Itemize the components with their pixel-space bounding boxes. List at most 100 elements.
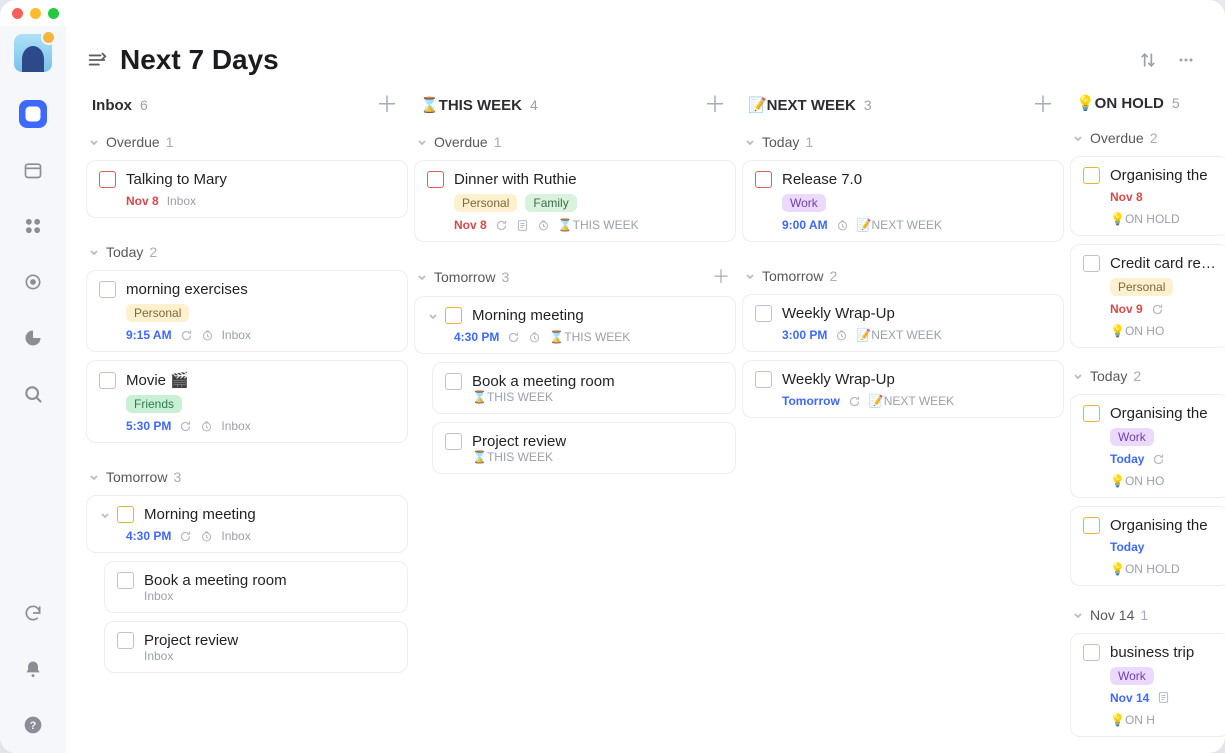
task-title: Weekly Wrap-Up — [782, 305, 895, 322]
task-card[interactable]: Organising theToday💡ON HOLD — [1070, 506, 1225, 586]
task-card[interactable]: Credit card repaPersonalNov 9💡ON HO — [1070, 244, 1225, 348]
task-checkbox[interactable] — [117, 506, 134, 523]
task-card[interactable]: Morning meeting4:30 PM⌛THIS WEEK — [414, 296, 736, 354]
task-list-crumb: ⌛THIS WEEK — [472, 450, 553, 464]
task-time: 4:30 PM — [454, 330, 499, 344]
section-header[interactable]: Today1 — [742, 130, 1064, 160]
task-checkbox[interactable] — [755, 171, 772, 188]
tag: Work — [782, 194, 826, 212]
more-button[interactable] — [1173, 47, 1199, 73]
task-card[interactable]: Organising theNov 8💡ON HOLD — [1070, 156, 1225, 236]
section-count: 1 — [1140, 607, 1148, 623]
task-checkbox[interactable] — [755, 305, 772, 322]
minimize-window[interactable] — [30, 8, 41, 19]
chevron-down-icon — [1072, 609, 1084, 621]
task-checkbox[interactable] — [1083, 517, 1100, 534]
section-count: 2 — [1150, 130, 1158, 146]
column: Inbox 6 ＋ Overdue1Talking to MaryNov 8Inbox… — [86, 88, 408, 753]
nav-tasks[interactable] — [19, 100, 47, 128]
column-count: 4 — [530, 97, 538, 113]
task-checkbox[interactable] — [117, 632, 134, 649]
task-checkbox[interactable] — [117, 572, 134, 589]
add-task-button[interactable]: ＋ — [1032, 94, 1054, 116]
section-header[interactable]: Tomorrow3＋ — [414, 264, 736, 296]
task-card[interactable]: business tripWorkNov 14💡ON H — [1070, 633, 1225, 737]
task-checkbox[interactable] — [445, 307, 462, 324]
section-header[interactable]: Today2 — [86, 240, 408, 270]
task-title: Talking to Mary — [126, 171, 227, 188]
tag: Work — [1110, 428, 1154, 446]
section-header[interactable]: Tomorrow3 — [86, 465, 408, 495]
task-checkbox[interactable] — [1083, 405, 1100, 422]
recur-icon — [179, 530, 192, 543]
expand-icon[interactable] — [427, 310, 439, 322]
task-title: morning exercises — [126, 281, 248, 298]
task-title: Organising the — [1110, 167, 1208, 184]
nav-focus[interactable] — [19, 268, 47, 296]
add-task-button[interactable]: ＋ — [376, 94, 398, 116]
tag: Personal — [1110, 278, 1173, 296]
column-count: 6 — [140, 97, 148, 113]
nav-search[interactable] — [19, 380, 47, 408]
nav-calendar[interactable] — [19, 156, 47, 184]
task-card[interactable]: Book a meeting room⌛THIS WEEK — [432, 362, 736, 414]
task-checkbox[interactable] — [427, 171, 444, 188]
maximize-window[interactable] — [48, 8, 59, 19]
task-checkbox[interactable] — [99, 372, 116, 389]
clock-icon — [836, 219, 849, 232]
section-header[interactable]: Tomorrow2 — [742, 264, 1064, 294]
nav-notifications[interactable] — [19, 655, 47, 683]
task-card[interactable]: Movie 🎬Friends5:30 PMInbox — [86, 360, 408, 443]
nav-apps[interactable] — [19, 212, 47, 240]
section-header[interactable]: Overdue2 — [1070, 126, 1225, 156]
tag: Work — [1110, 667, 1154, 685]
nav-sync[interactable] — [19, 599, 47, 627]
task-card[interactable]: Project reviewInbox — [104, 621, 408, 673]
close-window[interactable] — [12, 8, 23, 19]
section-header[interactable]: Overdue1 — [414, 130, 736, 160]
doc-icon — [1157, 691, 1170, 704]
task-card[interactable]: Talking to MaryNov 8Inbox — [86, 160, 408, 218]
task-checkbox[interactable] — [1083, 644, 1100, 661]
add-task-button[interactable]: ＋ — [704, 94, 726, 116]
task-card[interactable]: morning exercisesPersonal9:15 AMInbox — [86, 270, 408, 352]
section-count: 2 — [149, 244, 157, 260]
section-label: Tomorrow — [434, 269, 495, 285]
task-checkbox[interactable] — [99, 171, 116, 188]
section-header[interactable]: Nov 141 — [1070, 603, 1225, 633]
expand-icon[interactable] — [99, 509, 111, 521]
task-time: Today — [1110, 452, 1144, 466]
task-card[interactable]: Weekly Wrap-UpTomorrow📝NEXT WEEK — [742, 360, 1064, 418]
task-checkbox[interactable] — [445, 433, 462, 450]
task-card[interactable]: Release 7.0Work9:00 AM📝NEXT WEEK — [742, 160, 1064, 242]
task-card[interactable]: Dinner with RuthiePersonalFamilyNov 8⌛TH… — [414, 160, 736, 242]
section-header[interactable]: Overdue1 — [86, 130, 408, 160]
task-checkbox[interactable] — [1083, 167, 1100, 184]
task-card[interactable]: Organising theWorkToday💡ON HO — [1070, 394, 1225, 498]
nav-timer[interactable] — [19, 324, 47, 352]
view-icon[interactable] — [86, 49, 108, 71]
recur-icon — [848, 395, 861, 408]
column: ⌛THIS WEEK 4 ＋ Overdue1Dinner with RuthiePe… — [414, 88, 736, 753]
task-title: Credit card repa — [1110, 255, 1217, 272]
task-card[interactable]: Book a meeting roomInbox — [104, 561, 408, 613]
task-checkbox[interactable] — [445, 373, 462, 390]
task-list-crumb: 💡ON HOLD — [1110, 562, 1180, 576]
sort-button[interactable] — [1135, 47, 1161, 73]
add-task-button[interactable]: ＋ — [712, 268, 730, 286]
user-avatar[interactable] — [14, 34, 52, 72]
task-card[interactable]: Morning meeting4:30 PMInbox — [86, 495, 408, 553]
task-list-crumb: Inbox — [144, 589, 173, 603]
task-card[interactable]: Weekly Wrap-Up3:00 PM📝NEXT WEEK — [742, 294, 1064, 352]
column-count: 3 — [864, 97, 872, 113]
task-checkbox[interactable] — [755, 371, 772, 388]
task-title: Morning meeting — [472, 307, 584, 324]
tag: Personal — [454, 194, 517, 212]
task-list-crumb: 💡ON HO — [1110, 474, 1164, 488]
task-checkbox[interactable] — [99, 281, 116, 298]
nav-help[interactable]: ? — [19, 711, 47, 739]
section-header[interactable]: Today2 — [1070, 364, 1225, 394]
avatar-badge — [41, 30, 56, 45]
task-card[interactable]: Project review⌛THIS WEEK — [432, 422, 736, 474]
task-checkbox[interactable] — [1083, 255, 1100, 272]
